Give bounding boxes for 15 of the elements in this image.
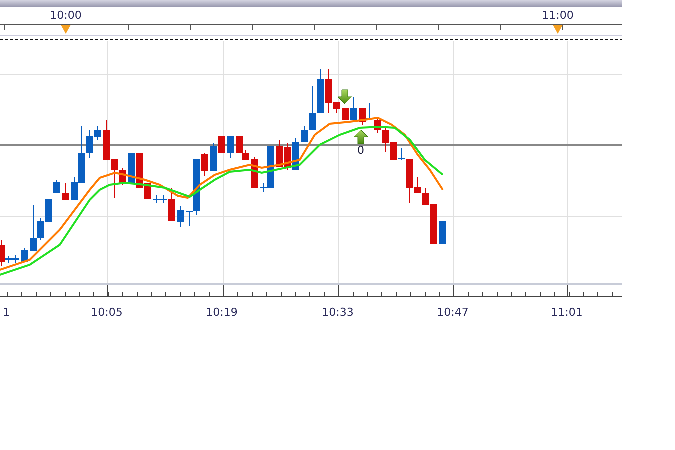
axis-time-label: 11:01 <box>551 306 583 319</box>
candlestick <box>178 206 184 228</box>
candlestick <box>62 182 70 200</box>
candlestick <box>54 180 60 194</box>
axis-time-label: 10:05 <box>91 306 123 319</box>
axis-time-label: 10:33 <box>322 306 354 319</box>
ruler-time-label: 11:00 <box>542 9 574 22</box>
ruler-time-label: 10:00 <box>50 9 82 22</box>
axis-time-label: 10:47 <box>437 306 469 319</box>
signal-label: 0 <box>358 144 364 157</box>
axis-time-label: 1 <box>3 306 10 319</box>
candlestick <box>22 248 28 262</box>
candlestick <box>228 136 234 158</box>
axis-time-label: 10:19 <box>206 306 238 319</box>
candlestick <box>440 220 446 244</box>
